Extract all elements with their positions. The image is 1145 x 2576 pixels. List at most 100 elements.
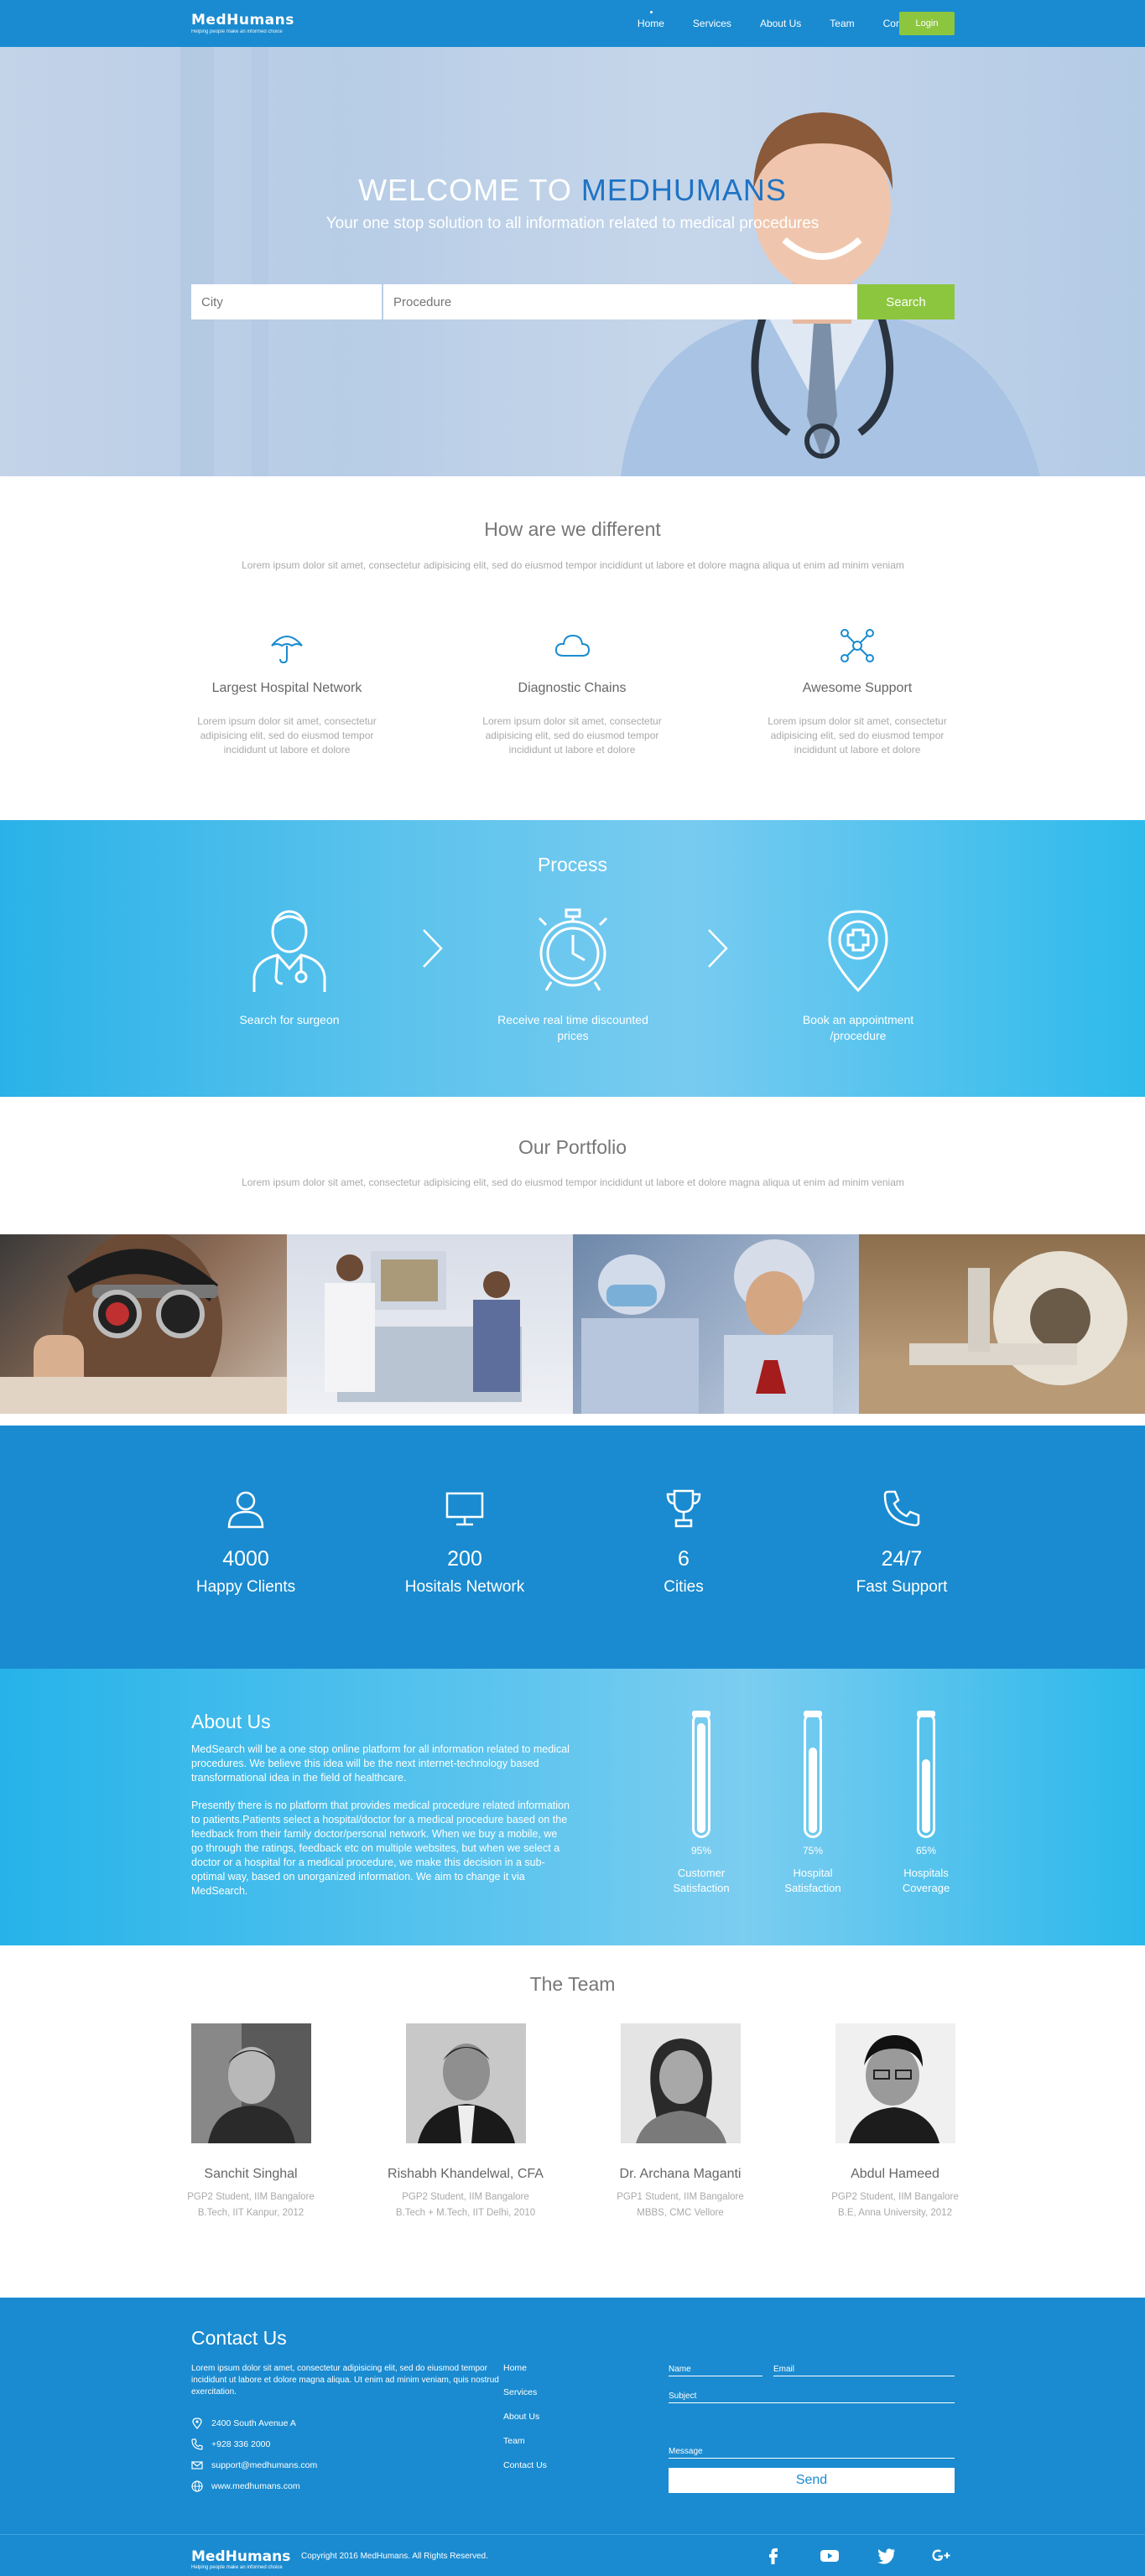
google-plus-icon[interactable]	[931, 2547, 951, 2565]
contact-quick-links: Home Services About Us Team Contact Us	[503, 2363, 547, 2485]
different-title: How are we different	[484, 518, 661, 540]
portfolio-desc: Lorem ipsum dolor sit amet, consectetur …	[242, 1176, 904, 1188]
portfolio-image-eye-test[interactable]	[0, 1234, 287, 1414]
stat-value: 200	[447, 1547, 482, 1571]
lab-illustration	[325, 1251, 522, 1402]
feature-diagnostic-chains: Diagnostic Chains Lorem ipsum dolor sit …	[471, 627, 673, 757]
nav-link-services[interactable]: Services	[693, 18, 731, 29]
cloud-icon	[554, 634, 591, 657]
contact-email[interactable]: support@medhumans.com	[191, 2459, 317, 2471]
footer-link-home[interactable]: Home	[503, 2363, 547, 2387]
contact-website[interactable]: www.medhumans.com	[191, 2480, 300, 2492]
member-role: PGP1 Student, IIM Bangalore	[617, 2192, 744, 2202]
message-field[interactable]: Message	[669, 2447, 955, 2459]
footer-link-about[interactable]: About Us	[503, 2412, 547, 2436]
subject-field[interactable]: Subject	[669, 2392, 955, 2403]
contact-desc: Lorem ipsum dolor sit amet, consectetur …	[191, 2364, 499, 2397]
meter-percent: 65%	[915, 1845, 937, 1857]
about-title: About Us	[191, 1711, 271, 1732]
process-step-book: Book an appointment /procedure	[774, 906, 942, 1044]
chevron-right-icon	[708, 929, 728, 968]
nav-link-team[interactable]: Team	[830, 18, 854, 29]
phone-icon	[191, 2438, 203, 2450]
process-step-search: Search for surgeon	[206, 906, 373, 1028]
stats-section: 4000 Happy Clients 200 Hositals Network …	[0, 1426, 1145, 1669]
hero-subtitle: Your one stop solution to all informatio…	[325, 215, 820, 232]
footer-link-team[interactable]: Team	[503, 2436, 547, 2460]
hero-title-prefix: WELCOME TO	[358, 173, 581, 207]
member-role: PGP2 Student, IIM Bangalore	[831, 2192, 959, 2202]
process-section: Process Search for surgeon Receive real …	[0, 820, 1145, 1097]
meter-fill	[809, 1748, 817, 1833]
feature-title: Awesome Support	[802, 681, 913, 695]
member-name: Abdul Hameed	[851, 2167, 939, 2181]
meter-percent: 95%	[690, 1845, 712, 1857]
stat-fast-support: 24/7 Fast Support	[809, 1488, 994, 1597]
login-button[interactable]: Login	[899, 12, 955, 35]
portfolio-image-researcher[interactable]	[573, 1234, 859, 1414]
email-text: support@medhumans.com	[211, 2460, 318, 2470]
footer-link-services[interactable]: Services	[503, 2387, 547, 2412]
stat-value: 24/7	[881, 1547, 923, 1571]
footer: MedHumans Helping people make an informe…	[0, 2534, 1145, 2576]
team-title: The Team	[529, 1973, 616, 1995]
stat-happy-clients: 4000 Happy Clients	[154, 1488, 338, 1597]
feature-hospital-network: Largest Hospital Network Lorem ipsum dol…	[186, 627, 388, 757]
twitter-icon[interactable]	[877, 2547, 897, 2565]
footer-logo[interactable]: MedHumans Helping people make an informe…	[191, 2548, 290, 2570]
search-button[interactable]: Search	[857, 284, 955, 319]
member-education: B.E, Anna University, 2012	[838, 2208, 952, 2218]
network-icon	[841, 629, 874, 662]
copyright-text: Copyright 2016 MedHumans. All Rights Res…	[301, 2552, 488, 2561]
nav-link-home[interactable]: Home	[638, 11, 664, 29]
portfolio-image-lab[interactable]	[287, 1234, 573, 1414]
site-logo[interactable]: MedHumans Helping people make an informe…	[191, 12, 294, 34]
name-field[interactable]: Name	[669, 2365, 762, 2376]
process-step-label: Receive real time discounted prices	[497, 1013, 648, 1042]
meter-label: Customer Satisfaction	[673, 1867, 730, 1894]
process-step-label: Book an appointment /procedure	[802, 1013, 914, 1042]
hero-background-blur	[180, 47, 214, 476]
feature-awesome-support: Awesome Support Lorem ipsum dolor sit am…	[757, 627, 958, 757]
avatar	[835, 2023, 955, 2143]
process-step-label: Search for surgeon	[239, 1013, 340, 1026]
member-education: MBBS, CMC Vellore	[637, 2208, 724, 2218]
alarm-clock-icon	[538, 908, 608, 991]
feature-desc: Lorem ipsum dolor sit amet, consectetur …	[768, 715, 947, 756]
procedure-input[interactable]	[383, 284, 857, 319]
member-education: B.Tech, IIT Kanpur, 2012	[197, 2208, 304, 2218]
doctor-icon	[252, 910, 326, 992]
contact-phone: +928 336 2000	[191, 2438, 270, 2450]
email-field[interactable]: Email	[773, 2365, 955, 2376]
umbrella-icon	[271, 636, 303, 664]
process-title: Process	[537, 854, 608, 875]
member-name: Rishabh Khandelwal, CFA	[388, 2167, 544, 2181]
contact-address: 2400 South Avenue A	[191, 2418, 296, 2429]
meter-label: Hospitals Coverage	[902, 1867, 950, 1894]
team-member: Rishabh Khandelwal, CFA PGP2 Student, II…	[373, 2167, 558, 2220]
send-button[interactable]: Send	[669, 2468, 955, 2493]
stat-cities: 6 Cities	[591, 1488, 776, 1597]
location-pin-icon	[192, 2418, 202, 2429]
eye-test-illustration	[0, 1234, 287, 1414]
hero-title-brand: MEDHUMANS	[580, 173, 787, 207]
facebook-icon[interactable]	[763, 2547, 783, 2565]
top-navbar: MedHumans Helping people make an informe…	[0, 0, 1145, 47]
footer-logo-tagline: Helping people make an informed choice	[191, 2565, 283, 2570]
mail-icon	[191, 2461, 203, 2470]
youtube-icon[interactable]	[820, 2547, 840, 2565]
feature-title: Largest Hospital Network	[211, 681, 362, 695]
footer-link-contact[interactable]: Contact Us	[503, 2460, 547, 2485]
stat-label: Hositals Network	[404, 1578, 525, 1596]
meter-fill	[697, 1723, 705, 1833]
nav-link-about[interactable]: About Us	[760, 18, 801, 29]
portfolio-image-mri[interactable]	[859, 1234, 1145, 1414]
city-input[interactable]	[191, 284, 382, 319]
portfolio-title: Our Portfolio	[518, 1136, 627, 1158]
logo-text: MedHumans	[191, 12, 294, 29]
nav-links: Home Services About Us Team Contact Us	[638, 11, 933, 29]
avatar-photo	[621, 2023, 741, 2143]
website-text: www.medhumans.com	[211, 2481, 300, 2491]
footer-logo-text: MedHumans	[191, 2548, 291, 2565]
medical-pin-icon	[828, 910, 888, 993]
